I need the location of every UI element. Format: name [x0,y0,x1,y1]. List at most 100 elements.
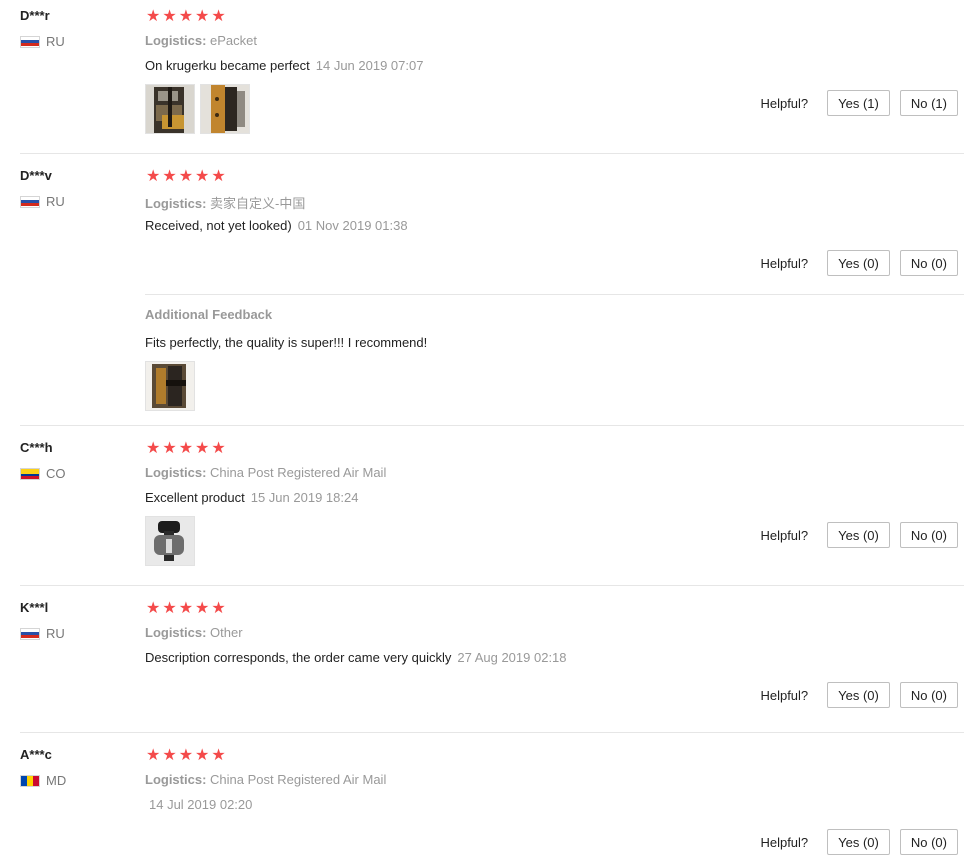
reviewer-country: MD [20,773,66,788]
review-photo-thumbnail[interactable] [145,361,195,411]
helpful-label: Helpful? [760,95,809,111]
logistics-label: Logistics: [145,772,207,787]
country-code: CO [46,466,66,481]
reviewer-country: RU [20,34,65,49]
review-photo-thumbnail[interactable] [145,516,195,566]
colombia-flag-icon [20,467,40,480]
star-icon: ★ [195,747,210,764]
country-code: RU [46,194,65,209]
star-icon: ★ [178,747,194,764]
reviewer-country: RU [20,626,65,641]
logistics-info: Logistics: 卖家自定义-中国 [145,193,305,212]
review-divider [20,153,964,154]
logistics-value: Other [210,625,243,640]
moldova-flag-icon [20,774,40,787]
photo-image [201,85,249,133]
helpful-yes-button[interactable]: Yes (0) [827,250,890,276]
logistics-label: Logistics: [145,465,207,480]
helpful-label: Helpful? [760,687,809,703]
star-icon: ★ [146,168,161,185]
helpful-no-button[interactable]: No (0) [899,250,958,276]
country-code: MD [46,773,67,788]
helpful-vote: Helpful? Yes (0) No (0) [760,682,958,708]
reviewer-country: CO [20,466,66,481]
star-icon: ★ [178,600,194,617]
additional-feedback-comment: Fits perfectly, the quality is super!!! … [145,335,428,350]
country-code: RU [46,626,65,641]
review-comment: Received, not yet looked) 01 Nov 2019 01:… [145,218,408,233]
review-photos [145,84,250,134]
helpful-yes-button[interactable]: Yes (0) [827,522,890,548]
star-icon: ★ [178,168,194,185]
helpful-vote: Helpful? Yes (0) No (0) [760,829,958,855]
additional-feedback-divider [145,294,964,295]
helpful-no-button[interactable]: No (0) [899,682,958,708]
star-icon: ★ [162,747,177,764]
helpful-yes-button[interactable]: Yes (1) [827,90,890,116]
logistics-label: Logistics: [145,625,207,640]
helpful-label: Helpful? [760,255,809,271]
star-icon: ★ [195,440,210,457]
russia-flag-icon [20,35,40,48]
review-photo-thumbnail[interactable] [200,84,250,134]
logistics-label: Logistics: [145,196,207,211]
helpful-yes-button[interactable]: Yes (0) [827,682,890,708]
review-comment: Description corresponds, the order came … [145,650,567,665]
helpful-vote: Helpful? Yes (0) No (0) [760,522,958,548]
photo-image [146,517,194,565]
logistics-info: Logistics: China Post Registered Air Mai… [145,465,386,480]
star-icon: ★ [211,168,226,185]
reviewer-name: C***h [20,440,53,455]
photo-image [146,85,194,133]
review-divider [20,585,964,586]
star-icon: ★ [211,8,226,25]
star-icon: ★ [146,747,161,764]
review-date: 14 Jul 2019 02:20 [149,797,253,812]
star-icon: ★ [195,8,210,25]
helpful-no-button[interactable]: No (1) [899,90,958,116]
reviewer-name: A***c [20,747,52,762]
logistics-info: Logistics: Other [145,625,243,640]
star-rating: ★ ★ ★ ★ ★ [146,9,226,25]
star-icon: ★ [211,600,226,617]
star-icon: ★ [195,168,210,185]
reviewer-name: D***r [20,8,50,23]
helpful-no-button[interactable]: No (0) [899,829,958,855]
logistics-value: China Post Registered Air Mail [210,465,387,480]
additional-feedback-title: Additional Feedback [145,307,273,322]
review-date: 01 Nov 2019 01:38 [297,218,408,233]
star-icon: ★ [162,168,177,185]
star-icon: ★ [162,600,177,617]
additional-feedback-photos [145,361,195,411]
review-divider [20,425,964,426]
logistics-value: ePacket [210,33,258,48]
review-comment: Excellent product 15 Jun 2019 18:24 [145,490,358,505]
helpful-label: Helpful? [760,834,809,850]
star-icon: ★ [178,8,194,25]
country-code: RU [46,34,65,49]
review-photo-thumbnail[interactable] [145,84,195,134]
star-icon: ★ [195,600,210,617]
review-photos [145,516,195,566]
helpful-label: Helpful? [760,527,809,543]
helpful-vote: Helpful? Yes (0) No (0) [760,250,958,276]
helpful-yes-button[interactable]: Yes (0) [827,829,890,855]
comment-text: Description corresponds, the order came … [145,650,452,665]
logistics-value: 卖家自定义-中国 [210,196,306,211]
star-rating: ★ ★ ★ ★ ★ [146,169,226,185]
review-divider [20,732,964,733]
review-date: 15 Jun 2019 18:24 [250,490,359,505]
logistics-info: Logistics: China Post Registered Air Mai… [145,772,386,787]
comment-text: On krugerku became perfect [145,58,310,73]
star-rating: ★ ★ ★ ★ ★ [146,601,226,617]
star-rating: ★ ★ ★ ★ ★ [146,441,226,457]
star-icon: ★ [162,440,177,457]
review-date: 14 Jun 2019 07:07 [315,58,424,73]
helpful-no-button[interactable]: No (0) [899,522,958,548]
reviewer-country: RU [20,194,65,209]
comment-text: Excellent product [145,490,245,505]
logistics-value: China Post Registered Air Mail [210,772,387,787]
reviewer-name: K***l [20,600,49,615]
logistics-info: Logistics: ePacket [145,33,257,48]
star-icon: ★ [178,440,194,457]
